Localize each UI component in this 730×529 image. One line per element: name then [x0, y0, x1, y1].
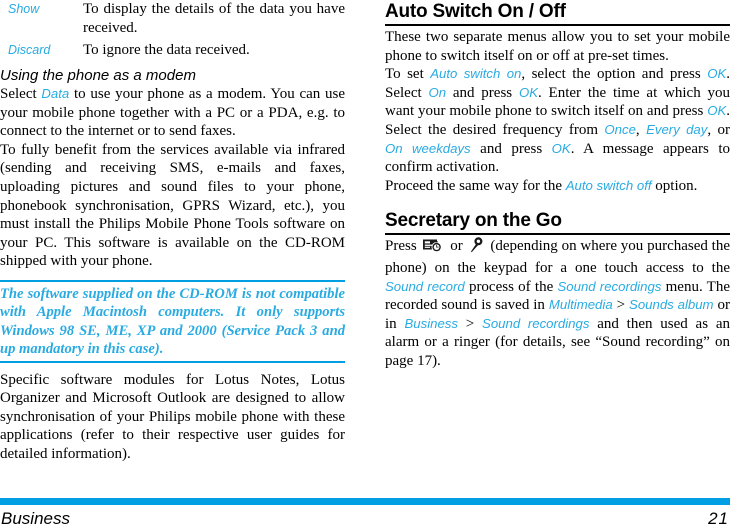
- ui-term-business: Business: [404, 315, 458, 331]
- definition-row: Discard To ignore the data received.: [0, 41, 345, 60]
- section-title-rule: [385, 24, 730, 26]
- ui-term-sound-record: Sound record: [385, 278, 465, 294]
- footer-page-number: 21: [708, 509, 729, 528]
- text-fragment: , or: [707, 121, 730, 138]
- section-title-secretary-on-the-go: Secretary on the Go: [385, 210, 562, 232]
- text-fragment: and press: [446, 84, 519, 101]
- paragraph-auto-switch-steps: To set Auto switch on, select the option…: [385, 65, 730, 177]
- definition-list: Show To display the details of the data …: [0, 0, 345, 60]
- paragraph-secretary-on-the-go: Press or (depending on where you purchas…: [385, 237, 730, 370]
- ui-term-auto-switch-on: Auto switch on: [430, 66, 522, 82]
- ui-term-ok: OK: [518, 84, 538, 100]
- left-column: Show To display the details of the data …: [0, 0, 345, 464]
- footer-row: Business 21: [0, 509, 730, 529]
- paragraph-software-modules: Specific software modules for Lotus Note…: [0, 371, 345, 462]
- ui-term-ok: OK: [707, 66, 727, 82]
- note-block-compatibility: The software supplied on the CD-ROM is n…: [0, 279, 345, 363]
- definition-description-discard: To ignore the data received.: [83, 42, 250, 58]
- page-footer: Business 21: [0, 498, 730, 529]
- note-text: The software supplied on the CD-ROM is n…: [0, 285, 345, 358]
- definition-description-show: To display the details of the data you h…: [83, 1, 345, 36]
- text-fragment: or: [446, 238, 467, 255]
- section-title-auto-switch: Auto Switch On / Off: [385, 1, 566, 22]
- paragraph-auto-switch-intro: These two separate menus allow you to se…: [385, 29, 730, 64]
- section-title-rule: [385, 233, 730, 236]
- text-fragment: Press: [385, 238, 421, 255]
- text-fragment: >: [457, 315, 483, 332]
- ui-term-sound-recordings: Sound recordings: [482, 315, 590, 331]
- footer-blue-bar: [0, 498, 730, 505]
- text-fragment: >: [612, 297, 630, 314]
- definition-term-discard: Discard: [8, 43, 51, 57]
- text-fragment: To set: [385, 66, 431, 83]
- ui-term-sound-recordings: Sound recordings: [557, 278, 662, 294]
- footer-section-name: Business: [1, 509, 70, 528]
- text-fragment: , select the option and press: [521, 66, 708, 83]
- camera-clock-icon: [423, 238, 443, 259]
- text-fragment: Select: [0, 86, 42, 102]
- paragraph-infrared-requirements: To fully benefit from the services avail…: [0, 141, 345, 270]
- definition-row: Show To display the details of the data …: [0, 0, 345, 38]
- paragraph-auto-switch-off: Proceed the same way for the Auto switch…: [385, 177, 730, 196]
- note-rule-top: [0, 279, 345, 282]
- note-rule-bottom: [0, 360, 345, 363]
- text-fragment: process of the: [464, 278, 558, 295]
- page-columns: Show To display the details of the data …: [0, 0, 730, 492]
- manual-page: Show To display the details of the data …: [0, 0, 730, 528]
- ui-term-auto-switch-off: Auto switch off: [565, 177, 652, 193]
- ui-term-ok: OK: [707, 103, 727, 119]
- ui-term-every-day: Every day: [646, 121, 708, 137]
- ui-term-once: Once: [604, 121, 636, 137]
- text-fragment: option.: [651, 177, 698, 194]
- ui-term-multimedia: Multimedia: [548, 297, 613, 313]
- ui-term-sounds-album: Sounds album: [629, 297, 714, 313]
- ui-term-on-weekdays: On weekdays: [385, 140, 471, 156]
- ui-term-on: On: [428, 84, 447, 100]
- subsection-title-using-phone-as-modem: Using the phone as a modem: [0, 67, 196, 84]
- ui-term-ok: OK: [551, 140, 571, 156]
- text-fragment: and press: [470, 140, 552, 157]
- ui-term-data: Data: [41, 86, 70, 101]
- microphone-icon: [470, 237, 484, 259]
- text-fragment: Proceed the same way for the: [385, 177, 566, 194]
- definition-term-show: Show: [8, 2, 40, 16]
- text-fragment: ,: [635, 121, 647, 138]
- right-column: Auto Switch On / Off These two separate …: [385, 0, 730, 371]
- paragraph-modem-intro: Select Data to use your phone as a modem…: [0, 85, 345, 141]
